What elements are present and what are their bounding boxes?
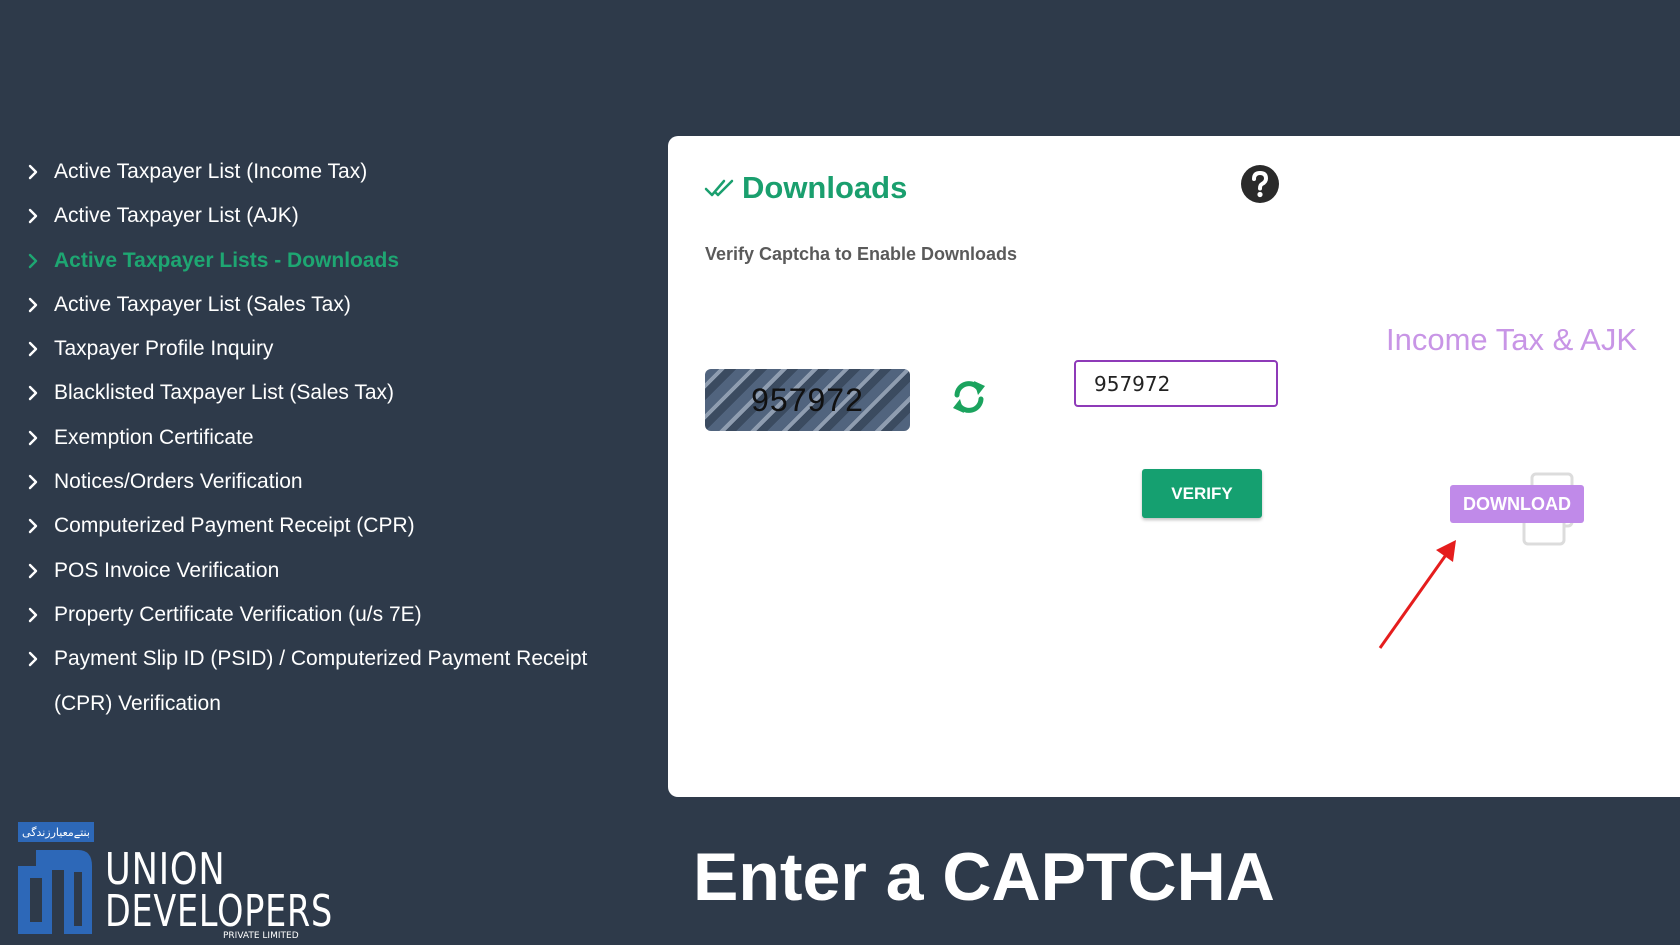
chevron-right-icon xyxy=(27,371,43,415)
red-arrow xyxy=(1378,540,1456,649)
sidebar-item-pos-invoice-verification[interactable]: POS Invoice Verification xyxy=(24,549,644,593)
sidebar-item-label: Active Taxpayer Lists - Downloads xyxy=(54,248,400,272)
sidebar-item-active-taxpayer-income-tax[interactable]: Active Taxpayer List (Income Tax) xyxy=(24,150,644,194)
refresh-icon[interactable] xyxy=(949,377,989,417)
sidebar-item-label: Property Certificate Verification (u/s 7… xyxy=(54,602,422,626)
sidebar-item-label: POS Invoice Verification xyxy=(54,558,280,582)
sidebar-item-psid-cpr-continued[interactable]: (CPR) Verification xyxy=(24,682,644,726)
chevron-right-icon xyxy=(27,549,43,593)
downloads-panel: Downloads Verify Captcha to Enable Downl… xyxy=(668,136,1680,797)
sidebar-item-label: Notices/Orders Verification xyxy=(54,470,303,494)
chevron-right-icon xyxy=(27,194,43,238)
sidebar-item-active-taxpayer-ajk[interactable]: Active Taxpayer List (AJK) xyxy=(24,194,644,238)
sidebar-item-label: Active Taxpayer List (AJK) xyxy=(54,204,299,228)
sidebar-item-label: Active Taxpayer List (Sales Tax) xyxy=(54,292,351,316)
sidebar-item-label: (CPR) Verification xyxy=(54,691,221,715)
chevron-right-icon xyxy=(27,239,43,283)
captcha-instructions: Verify Captcha to Enable Downloads xyxy=(705,244,1018,264)
sidebar-item-active-taxpayer-downloads[interactable]: Active Taxpayer Lists - Downloads xyxy=(24,239,644,283)
sidebar-item-notices-verification[interactable]: Notices/Orders Verification xyxy=(24,460,644,504)
sidebar-item-cpr[interactable]: Computerized Payment Receipt (CPR) xyxy=(24,504,644,548)
sidebar-item-exemption-certificate[interactable]: Exemption Certificate xyxy=(24,416,644,460)
captcha-input[interactable] xyxy=(1074,360,1278,407)
sidebar-menu: Active Taxpayer List (Income Tax) Active… xyxy=(24,150,644,726)
sidebar-item-label: Exemption Certificate xyxy=(54,425,254,449)
sidebar-item-label: Payment Slip ID (PSID) / Computerized Pa… xyxy=(54,647,588,671)
sidebar-item-active-taxpayer-sales-tax[interactable]: Active Taxpayer List (Sales Tax) xyxy=(24,283,644,327)
chevron-right-icon xyxy=(27,150,43,194)
download-button[interactable]: DOWNLOAD xyxy=(1450,485,1584,523)
sidebar-item-property-certificate[interactable]: Property Certificate Verification (u/s 7… xyxy=(24,593,644,637)
chevron-right-icon xyxy=(27,460,43,504)
captcha-text: 957972 xyxy=(751,381,864,418)
captcha-image: 957972 xyxy=(705,369,910,431)
chevron-right-icon xyxy=(27,327,43,371)
chevron-right-icon xyxy=(27,637,43,681)
sidebar-item-psid-cpr[interactable]: Payment Slip ID (PSID) / Computerized Pa… xyxy=(24,637,644,681)
sidebar-item-label: Blacklisted Taxpayer List (Sales Tax) xyxy=(54,381,395,405)
logo-word-developers: DEVELOPERS xyxy=(105,886,333,937)
logo-tagline: بنتےمعیارزندگی xyxy=(18,822,94,842)
help-icon[interactable] xyxy=(1240,164,1280,204)
sidebar-item-blacklisted-taxpayer[interactable]: Blacklisted Taxpayer List (Sales Tax) xyxy=(24,371,644,415)
logo-subtitle: PRIVATE LIMITED xyxy=(223,931,299,941)
sidebar-item-label: Taxpayer Profile Inquiry xyxy=(54,337,274,361)
sidebar-item-label: Computerized Payment Receipt (CPR) xyxy=(54,514,415,538)
chevron-right-icon xyxy=(27,504,43,548)
double-check-icon xyxy=(704,179,734,197)
sidebar-item-label: Active Taxpayer List (Income Tax) xyxy=(54,160,368,183)
verify-button[interactable]: VERIFY xyxy=(1142,469,1262,518)
chevron-right-icon xyxy=(27,416,43,460)
panel-header: Downloads xyxy=(704,170,907,206)
chevron-right-icon xyxy=(27,283,43,327)
chevron-right-icon xyxy=(27,593,43,637)
page-title: Downloads xyxy=(742,170,908,205)
logo-mark-icon xyxy=(18,850,92,934)
section-title-income-tax-ajk: Income Tax & AJK xyxy=(1386,322,1637,357)
sidebar-item-taxpayer-profile-inquiry[interactable]: Taxpayer Profile Inquiry xyxy=(24,327,644,371)
caption-text: Enter a CAPTCHA xyxy=(693,839,1275,915)
union-developers-logo: بنتےمعیارزندگی UNION DEVELOPERS PRIVATE … xyxy=(16,822,332,942)
